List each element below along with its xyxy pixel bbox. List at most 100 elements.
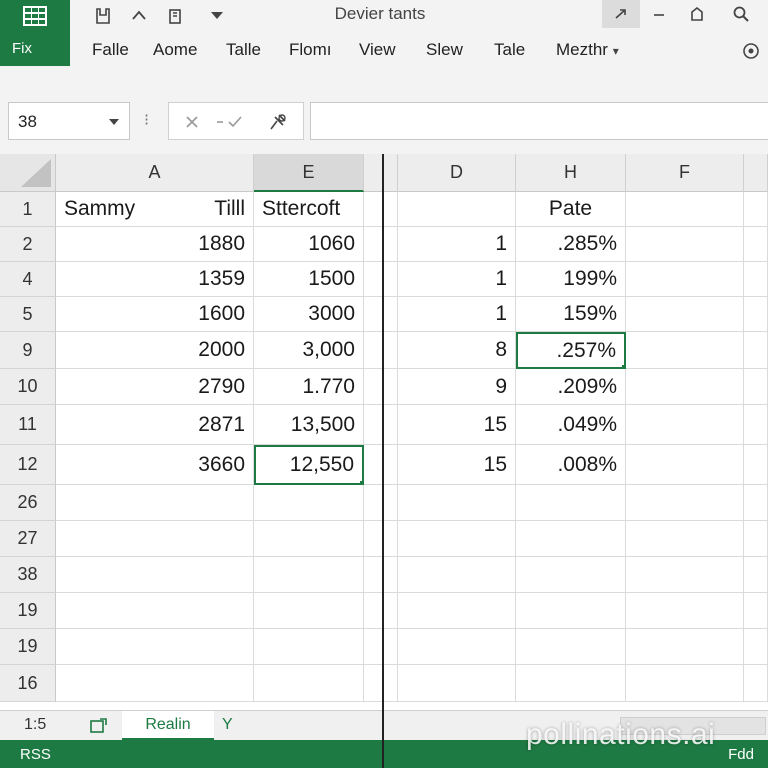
cell-a[interactable] bbox=[56, 557, 254, 593]
cell-d[interactable]: 9 bbox=[398, 369, 516, 405]
cell-empty[interactable] bbox=[626, 405, 744, 445]
cell-a[interactable] bbox=[56, 665, 254, 702]
cancel-icon[interactable] bbox=[181, 111, 203, 133]
sheet-tab-active[interactable]: Realin bbox=[122, 711, 214, 741]
cell-empty[interactable] bbox=[744, 521, 768, 557]
cell-empty[interactable] bbox=[744, 445, 768, 485]
menu-item-mezthr[interactable]: Mezthr ▾ bbox=[556, 40, 619, 60]
new-sheet-icon[interactable] bbox=[90, 718, 108, 734]
cell-h[interactable]: .008% bbox=[516, 445, 626, 485]
active-cell[interactable]: 12,550 bbox=[254, 445, 364, 485]
cell-empty[interactable] bbox=[626, 485, 744, 521]
column-header-a[interactable]: A bbox=[56, 154, 254, 192]
cell-e[interactable] bbox=[254, 593, 364, 629]
clipboard-icon[interactable] bbox=[162, 5, 188, 27]
cell-empty[interactable] bbox=[744, 593, 768, 629]
enter-check-icon[interactable] bbox=[213, 111, 253, 133]
cell-empty[interactable] bbox=[744, 332, 768, 369]
column-header-g[interactable] bbox=[744, 154, 768, 192]
cell-a[interactable]: 2871 bbox=[56, 405, 254, 445]
cell-d[interactable] bbox=[398, 665, 516, 702]
cell-empty[interactable] bbox=[744, 227, 768, 262]
cell-empty[interactable] bbox=[626, 297, 744, 332]
customize-dropdown-icon[interactable] bbox=[204, 5, 230, 27]
cell-h[interactable] bbox=[516, 485, 626, 521]
menu-item-view[interactable]: View bbox=[359, 40, 396, 60]
row-header[interactable]: 4 bbox=[0, 262, 56, 297]
row-header[interactable]: 26 bbox=[0, 485, 56, 521]
chevron-down-icon[interactable] bbox=[109, 119, 119, 125]
cell-a[interactable]: 1880 bbox=[56, 227, 254, 262]
cell-e[interactable]: 13,500 bbox=[254, 405, 364, 445]
cell-d[interactable]: 15 bbox=[398, 445, 516, 485]
cell-empty[interactable] bbox=[744, 192, 768, 227]
cell-a[interactable] bbox=[56, 629, 254, 665]
cell-d[interactable] bbox=[398, 521, 516, 557]
restore-icon[interactable] bbox=[678, 0, 716, 28]
cell-empty[interactable] bbox=[364, 332, 398, 369]
cell-empty[interactable] bbox=[626, 262, 744, 297]
ribbon-display-icon[interactable] bbox=[602, 0, 640, 28]
cell-d[interactable]: 15 bbox=[398, 405, 516, 445]
cell-empty[interactable] bbox=[364, 192, 398, 227]
cell-h[interactable]: 159% bbox=[516, 297, 626, 332]
cell-empty[interactable] bbox=[626, 192, 744, 227]
search-icon[interactable] bbox=[722, 0, 760, 28]
cell-empty[interactable] bbox=[626, 665, 744, 702]
save-icon[interactable] bbox=[90, 5, 116, 27]
cell-d[interactable]: 1 bbox=[398, 297, 516, 332]
cell-empty[interactable] bbox=[626, 369, 744, 405]
cell-a[interactable]: 1600 bbox=[56, 297, 254, 332]
cell-e[interactable]: 3,000 bbox=[254, 332, 364, 369]
cell-h[interactable] bbox=[516, 521, 626, 557]
cell-h[interactable]: .049% bbox=[516, 405, 626, 445]
select-all-corner[interactable] bbox=[0, 154, 56, 192]
row-header[interactable]: 16 bbox=[0, 665, 56, 702]
share-icon[interactable] bbox=[738, 38, 764, 64]
cell-empty[interactable] bbox=[364, 665, 398, 702]
row-header[interactable]: 19 bbox=[0, 593, 56, 629]
cell-e[interactable]: 3000 bbox=[254, 297, 364, 332]
cell-e[interactable] bbox=[254, 629, 364, 665]
column-header-d[interactable]: D bbox=[398, 154, 516, 192]
row-header[interactable]: 38 bbox=[0, 557, 56, 593]
row-header[interactable]: 12 bbox=[0, 445, 56, 485]
cell-a[interactable]: Sammy Tilll bbox=[56, 192, 254, 227]
cell-h[interactable]: 199% bbox=[516, 262, 626, 297]
fill-handle[interactable] bbox=[359, 480, 362, 483]
cell-e[interactable]: 1.770 bbox=[254, 369, 364, 405]
cell-empty[interactable] bbox=[744, 485, 768, 521]
cell-empty[interactable] bbox=[626, 445, 744, 485]
column-header-f[interactable]: F bbox=[626, 154, 744, 192]
menu-item-aome[interactable]: Aome bbox=[153, 40, 197, 60]
cell-empty[interactable] bbox=[364, 297, 398, 332]
cell-empty[interactable] bbox=[744, 665, 768, 702]
cell-d[interactable]: 1 bbox=[398, 262, 516, 297]
cell-e[interactable]: Sttercoft bbox=[254, 192, 364, 227]
cell-h[interactable]: .285% bbox=[516, 227, 626, 262]
formula-input[interactable] bbox=[310, 102, 768, 140]
cell-empty[interactable] bbox=[364, 557, 398, 593]
cell-e[interactable] bbox=[254, 485, 364, 521]
cell-d[interactable] bbox=[398, 192, 516, 227]
cell-d[interactable]: 8 bbox=[398, 332, 516, 369]
cell-empty[interactable] bbox=[626, 593, 744, 629]
minimize-icon[interactable] bbox=[640, 0, 678, 28]
fill-handle[interactable] bbox=[621, 364, 624, 367]
insert-function-icon[interactable] bbox=[265, 111, 291, 133]
cell-empty[interactable] bbox=[364, 521, 398, 557]
file-tab[interactable]: Fіx bbox=[0, 40, 70, 57]
cell-empty[interactable] bbox=[626, 521, 744, 557]
cell-e[interactable] bbox=[254, 521, 364, 557]
column-header-e[interactable]: E bbox=[254, 154, 364, 192]
cell-a[interactable]: 3660 bbox=[56, 445, 254, 485]
row-header[interactable]: 11 bbox=[0, 405, 56, 445]
cell-empty[interactable] bbox=[364, 593, 398, 629]
cell-e[interactable] bbox=[254, 665, 364, 702]
cell-a[interactable] bbox=[56, 485, 254, 521]
row-header[interactable]: 27 bbox=[0, 521, 56, 557]
menu-item-slew[interactable]: Slew bbox=[426, 40, 463, 60]
cell-empty[interactable] bbox=[744, 557, 768, 593]
row-header[interactable]: 10 bbox=[0, 369, 56, 405]
cell-empty[interactable] bbox=[364, 227, 398, 262]
